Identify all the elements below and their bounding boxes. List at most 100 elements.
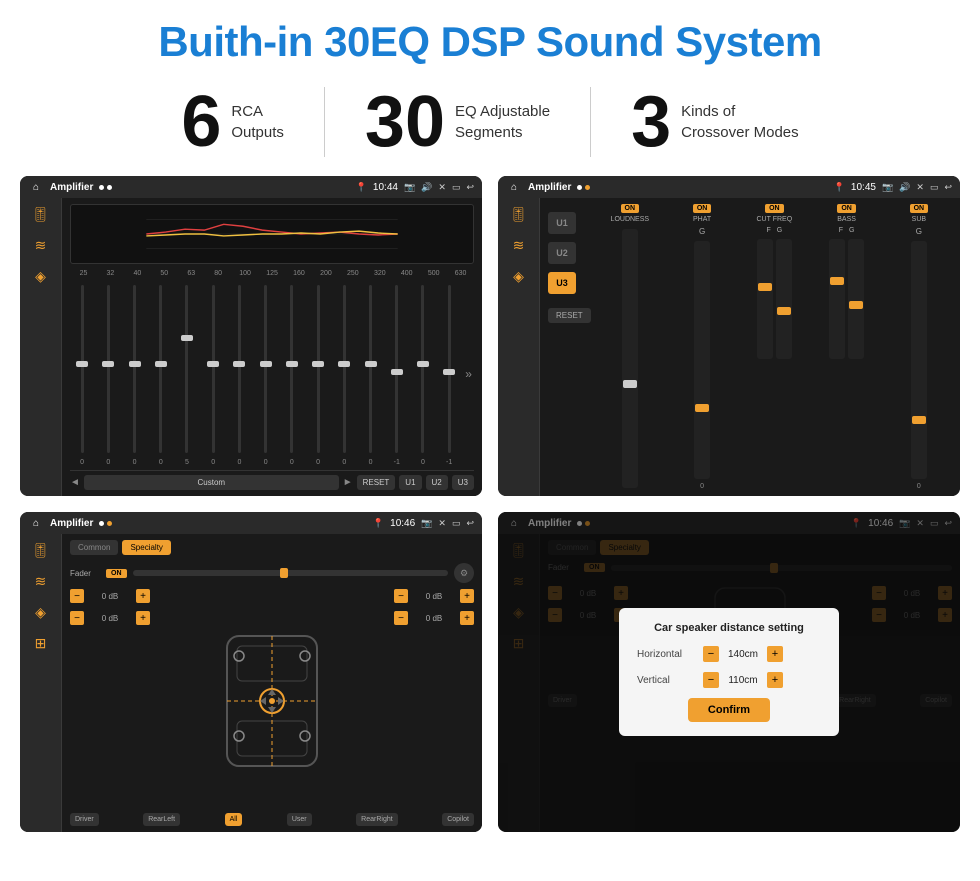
- fader-status-bar: ⌂ Amplifier 📍 10:46 📷 ✕ ▭ ↩: [20, 512, 482, 534]
- wave-icon-3[interactable]: ≋: [35, 573, 47, 590]
- wave-icon[interactable]: ≋: [35, 237, 47, 254]
- eq-slider-13[interactable]: 0: [411, 281, 435, 466]
- phat-slider[interactable]: [694, 241, 710, 479]
- balance-icon[interactable]: ⊞: [35, 635, 47, 652]
- u2-btn[interactable]: U2: [426, 475, 448, 490]
- location-icon-2: 📍: [834, 182, 845, 193]
- db-minus-1[interactable]: −: [70, 589, 84, 603]
- bass-f-slider[interactable]: [829, 239, 845, 359]
- dialog-overlay: Car speaker distance setting Horizontal …: [498, 512, 960, 832]
- cutfreq-label: CUT FREQ: [757, 216, 793, 223]
- eq-bottom-bar: ◄ Custom ► RESET U1 U2 U3: [70, 470, 474, 490]
- stat-line1-crossover: Kinds of: [681, 101, 799, 122]
- dot-3: [577, 185, 582, 190]
- eq-icon-2[interactable]: 🎚: [510, 206, 528, 223]
- eq-slider-4[interactable]: 5: [175, 281, 199, 466]
- eq-slider-9[interactable]: 0: [306, 281, 330, 466]
- prev-arrow[interactable]: ◄: [70, 477, 80, 488]
- db-plus-4[interactable]: +: [460, 611, 474, 625]
- db-minus-2[interactable]: −: [70, 611, 84, 625]
- stat-number-eq: 30: [365, 86, 445, 158]
- eq-slider-12[interactable]: -1: [385, 281, 409, 466]
- stat-line1-eq: EQ Adjustable: [455, 101, 550, 122]
- vertical-minus-btn[interactable]: −: [703, 672, 719, 688]
- eq-graph: [70, 204, 474, 264]
- fader-settings-icon[interactable]: ⚙: [454, 563, 474, 583]
- eq-slider-6[interactable]: 0: [227, 281, 251, 466]
- stat-rca: 6 RCA Outputs: [141, 86, 324, 158]
- eq-slider-2[interactable]: 0: [122, 281, 146, 466]
- eq-slider-1[interactable]: 0: [96, 281, 120, 466]
- distance-dialog: Car speaker distance setting Horizontal …: [619, 608, 839, 736]
- eq-slider-10[interactable]: 0: [332, 281, 356, 466]
- speaker-icon-3[interactable]: ◈: [35, 604, 46, 621]
- u1-preset-btn[interactable]: U1: [548, 212, 576, 234]
- db-plus-1[interactable]: +: [136, 589, 150, 603]
- eq-slider-14[interactable]: -1: [437, 281, 461, 466]
- specialty-tab[interactable]: Specialty: [122, 540, 170, 555]
- u3-btn[interactable]: U3: [452, 475, 474, 490]
- home-icon-2[interactable]: ⌂: [506, 179, 522, 195]
- u1-btn[interactable]: U1: [399, 475, 421, 490]
- reset-btn[interactable]: RESET: [357, 475, 396, 490]
- db-minus-4[interactable]: −: [394, 611, 408, 625]
- rearleft-btn[interactable]: RearLeft: [143, 813, 180, 826]
- speaker-icon[interactable]: ◈: [35, 268, 46, 285]
- back-icon-2[interactable]: ↩: [944, 182, 952, 193]
- horizontal-minus-btn[interactable]: −: [703, 646, 719, 662]
- bass-g-slider[interactable]: [848, 239, 864, 359]
- u3-preset-btn[interactable]: U3: [548, 272, 576, 294]
- cutfreq-g-slider[interactable]: [776, 239, 792, 359]
- user-btn[interactable]: User: [287, 813, 312, 826]
- eq-slider-7[interactable]: 0: [254, 281, 278, 466]
- all-btn[interactable]: All: [225, 813, 243, 826]
- u2-preset-btn[interactable]: U2: [548, 242, 576, 264]
- driver-btn[interactable]: Driver: [70, 813, 99, 826]
- freq-40: 40: [124, 270, 151, 277]
- eq-slider-5[interactable]: 0: [201, 281, 225, 466]
- vertical-plus-btn[interactable]: +: [767, 672, 783, 688]
- rearright-btn[interactable]: RearRight: [356, 813, 398, 826]
- eq-icon-3[interactable]: 🎚: [32, 542, 50, 559]
- next-arrow[interactable]: ►: [343, 477, 353, 488]
- home-icon[interactable]: ⌂: [28, 179, 44, 195]
- phat-on-badge: ON: [693, 204, 712, 213]
- fader-app-name: Amplifier: [50, 518, 93, 529]
- phat-col: ON PHAT G 0: [669, 204, 735, 490]
- stat-text-rca: RCA Outputs: [231, 101, 284, 143]
- eq-slider-11[interactable]: 0: [358, 281, 382, 466]
- confirm-button[interactable]: Confirm: [688, 698, 770, 722]
- preset-name-btn[interactable]: Custom: [84, 475, 339, 490]
- eq-main-area: 25 32 40 50 63 80 100 125 160 200 250 32…: [62, 198, 482, 496]
- cutfreq-f-slider[interactable]: [757, 239, 773, 359]
- speaker-diagram: [158, 589, 386, 813]
- speaker-icon-2[interactable]: ◈: [513, 268, 524, 285]
- fader-slider[interactable]: [133, 570, 449, 576]
- db-plus-3[interactable]: +: [460, 589, 474, 603]
- eq-slider-0[interactable]: 0: [70, 281, 94, 466]
- eq-slider-3[interactable]: 0: [149, 281, 173, 466]
- common-tab[interactable]: Common: [70, 540, 118, 555]
- bass-on-badge: ON: [837, 204, 856, 213]
- db-minus-3[interactable]: −: [394, 589, 408, 603]
- crossover-status-bar: ⌂ Amplifier 📍 10:45 📷 🔊 ✕ ▭ ↩: [498, 176, 960, 198]
- back-icon[interactable]: ↩: [466, 182, 474, 193]
- sub-label: SUB: [912, 216, 926, 223]
- copilot-btn[interactable]: Copilot: [442, 813, 474, 826]
- db-plus-2[interactable]: +: [136, 611, 150, 625]
- more-btn[interactable]: »: [463, 281, 474, 466]
- sub-slider[interactable]: [911, 241, 927, 479]
- stat-line2-crossover: Crossover Modes: [681, 122, 799, 143]
- eq-sliders-row: 0 0 0 0: [70, 281, 474, 466]
- stat-number-crossover: 3: [631, 86, 671, 158]
- eq-icon[interactable]: 🎚: [32, 206, 50, 223]
- eq-slider-8[interactable]: 0: [280, 281, 304, 466]
- wave-icon-2[interactable]: ≋: [513, 237, 525, 254]
- crossover-reset-btn[interactable]: RESET: [548, 308, 591, 323]
- camera-icon: 📷: [404, 182, 415, 193]
- home-icon-3[interactable]: ⌂: [28, 515, 44, 531]
- loudness-slider[interactable]: [622, 229, 638, 488]
- back-icon-3[interactable]: ↩: [466, 518, 474, 529]
- horizontal-plus-btn[interactable]: +: [767, 646, 783, 662]
- fader-toggle[interactable]: ON: [106, 569, 127, 578]
